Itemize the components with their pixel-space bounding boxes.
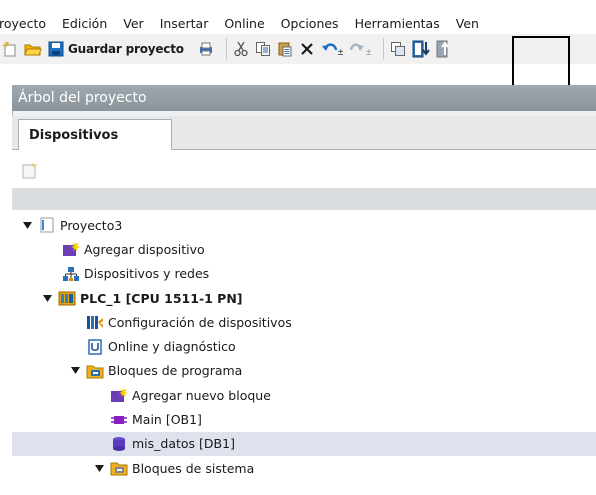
window-top-edge <box>0 0 596 12</box>
network-icon <box>62 266 80 282</box>
tree-item-dispositivos-y-redes[interactable]: Dispositivos y redes <box>12 262 596 286</box>
print-icon <box>199 42 212 56</box>
upload-from-device-button[interactable] <box>436 38 450 60</box>
tree-item-bloques-de-programa[interactable]: Bloques de programa <box>12 359 596 383</box>
redo-button[interactable]: ± <box>349 38 371 60</box>
diagnostics-icon <box>86 338 104 355</box>
menu-opciones[interactable]: Opciones <box>281 16 339 31</box>
db-block-icon <box>110 436 128 452</box>
tree-item-mis-datos-db1[interactable]: mis_datos [DB1] <box>12 431 596 456</box>
tab-dispositivos[interactable]: Dispositivos <box>18 119 172 151</box>
paste-icon <box>278 42 292 57</box>
copy-button[interactable] <box>255 38 271 60</box>
add-device-icon <box>62 241 80 257</box>
panel-header: Árbol del proyecto <box>12 85 596 111</box>
tree-item-label: PLC_1 [CPU 1511-1 PN] <box>80 290 243 306</box>
expand-arrow-icon[interactable] <box>42 293 52 303</box>
download-to-device-button[interactable] <box>412 38 430 60</box>
tree-item-main-ob1[interactable]: Main [OB1] <box>12 407 596 431</box>
tree-item-label: Bloques de programa <box>108 363 243 379</box>
copy-icon <box>255 42 270 56</box>
compile-icon <box>390 42 405 56</box>
menu-bar: royecto Edición Ver Insertar Online Opci… <box>0 12 596 34</box>
save-project-button[interactable]: Guardar proyecto <box>48 38 192 60</box>
delete-x-icon <box>301 43 313 55</box>
tree-item-agregar-dispositivo[interactable]: Agregar dispositivo <box>12 237 596 261</box>
system-blocks-folder-icon <box>110 460 128 476</box>
device-config-icon <box>86 314 104 330</box>
plc-icon <box>58 290 76 306</box>
tree-item-label: Bloques de sistema <box>132 460 255 476</box>
scissors-icon <box>234 41 248 57</box>
expand-arrow-icon[interactable] <box>22 220 32 230</box>
new-group-icon <box>22 162 38 179</box>
undo-button[interactable]: ± <box>321 38 343 60</box>
expand-arrow-icon[interactable] <box>70 366 80 376</box>
tab-label: Dispositivos <box>29 128 119 143</box>
menu-ver[interactable]: Ver <box>123 16 143 31</box>
delete-button[interactable] <box>299 38 315 60</box>
tree-item-label: Configuración de dispositivos <box>108 314 292 330</box>
paste-button[interactable] <box>277 38 293 60</box>
download-to-device-icon <box>412 40 430 58</box>
new-group-button[interactable] <box>21 162 39 180</box>
tree-item-label: Agregar dispositivo <box>84 241 205 257</box>
tree-item-label: Proyecto3 <box>60 217 123 233</box>
tree-item-plc-1[interactable]: PLC_1 [CPU 1511-1 PN] <box>12 286 596 310</box>
toolbar-separator <box>382 38 384 60</box>
panel-title: Árbol del proyecto <box>18 90 147 106</box>
ob-block-icon <box>110 412 128 428</box>
tree-header-band <box>12 188 596 210</box>
save-project-label: Guardar proyecto <box>68 42 184 56</box>
svg-text:±: ± <box>365 48 371 57</box>
undo-icon: ± <box>321 43 343 57</box>
menu-edicion[interactable]: Edición <box>62 16 107 31</box>
print-button[interactable] <box>198 38 214 60</box>
menu-proyecto[interactable]: royecto <box>0 16 46 31</box>
program-blocks-folder-icon <box>86 363 104 379</box>
new-project-button[interactable] <box>2 38 18 60</box>
cut-button[interactable] <box>233 38 249 60</box>
tree-item-proyecto3[interactable]: Proyecto3 <box>12 213 596 237</box>
compile-button[interactable] <box>390 38 406 60</box>
menu-ventana[interactable]: Ven <box>456 16 479 31</box>
tree-item-label: Online y diagnóstico <box>108 339 236 355</box>
redo-icon: ± <box>349 43 371 57</box>
tree-item-label: Agregar nuevo bloque <box>132 387 271 403</box>
tree-item-agregar-nuevo-bloque[interactable]: Agregar nuevo bloque <box>12 383 596 407</box>
tree-item-label: Dispositivos y redes <box>84 266 210 282</box>
tree-item-configuracion-de-dispositivos[interactable]: Configuración de dispositivos <box>12 310 596 334</box>
save-icon <box>48 41 64 57</box>
expand-arrow-icon[interactable] <box>94 463 104 473</box>
project-icon <box>38 217 56 233</box>
tree-item-bloques-de-sistema[interactable]: Bloques de sistema <box>12 456 596 480</box>
svg-text:±: ± <box>337 48 343 57</box>
new-project-icon <box>2 41 16 57</box>
tree-item-online-y-diagnostico[interactable]: Online y diagnóstico <box>12 334 596 358</box>
menu-herramientas[interactable]: Herramientas <box>355 16 440 31</box>
toolbar: Guardar proyecto ± ± <box>0 34 596 64</box>
tree-item-label: mis_datos [DB1] <box>132 436 235 452</box>
menu-insertar[interactable]: Insertar <box>160 16 209 31</box>
tree-item-label: Main [OB1] <box>132 412 202 428</box>
open-folder-icon <box>24 44 42 56</box>
project-tree: Proyecto3 Agregar dispositivo Dispositiv… <box>12 213 596 480</box>
upload-from-device-icon <box>436 40 449 58</box>
add-block-icon <box>110 387 128 403</box>
menu-online[interactable]: Online <box>224 16 264 31</box>
open-project-button[interactable] <box>24 38 42 60</box>
toolbar-separator <box>225 38 227 60</box>
